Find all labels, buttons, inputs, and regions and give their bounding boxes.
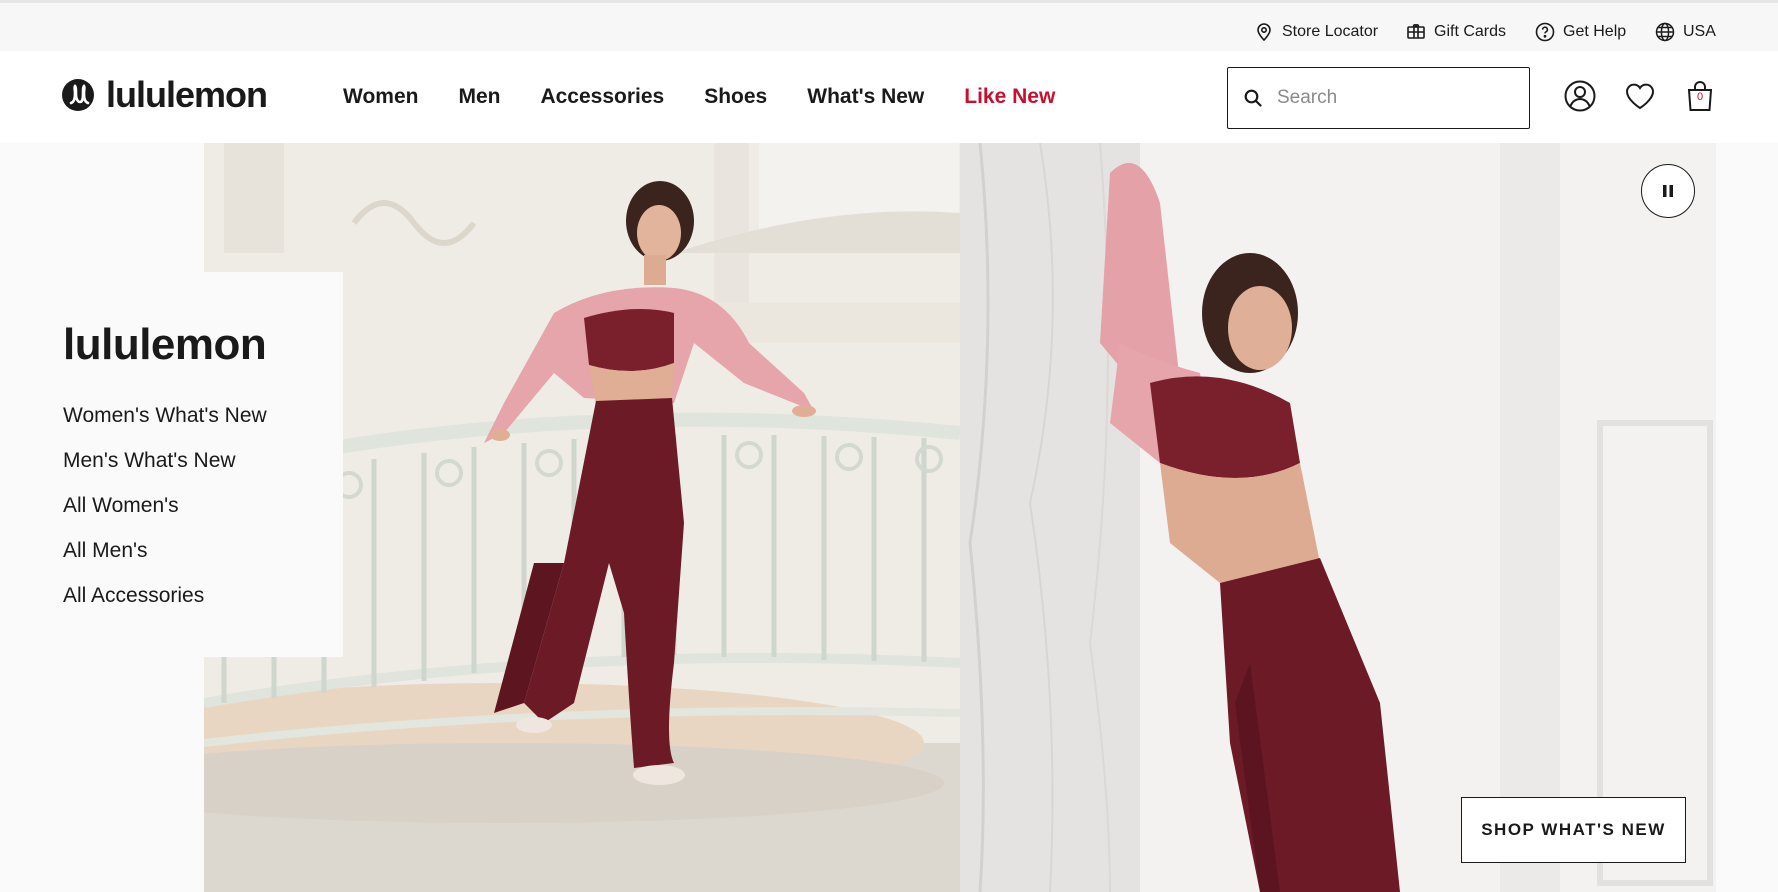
store-locator-label: Store Locator xyxy=(1282,23,1379,40)
pause-button[interactable] xyxy=(1641,164,1695,218)
account-button[interactable] xyxy=(1563,79,1597,113)
search-box[interactable] xyxy=(1227,67,1530,129)
globe-icon xyxy=(1655,22,1675,42)
account-icon xyxy=(1564,80,1596,112)
country-label: USA xyxy=(1683,23,1716,40)
link-all-accessories[interactable]: All Accessories xyxy=(63,584,267,629)
panel-title: lululemon xyxy=(63,320,267,369)
link-mens-whats-new[interactable]: Men's What's New xyxy=(63,449,267,494)
nav-accessories[interactable]: Accessories xyxy=(540,85,664,109)
pause-icon xyxy=(1663,185,1673,197)
heart-icon xyxy=(1625,83,1655,110)
utility-bar: Store Locator Gift Cards Get Help USA xyxy=(0,3,1778,51)
shopping-bag-button[interactable]: 0 xyxy=(1683,79,1717,113)
help-circle-icon xyxy=(1535,22,1555,42)
nav-men[interactable]: Men xyxy=(458,85,500,109)
hero-image-right[interactable] xyxy=(960,143,1716,892)
link-all-mens[interactable]: All Men's xyxy=(63,539,267,584)
hero-illustration-right xyxy=(960,143,1716,892)
search-input[interactable] xyxy=(1277,87,1507,109)
gift-cards-label: Gift Cards xyxy=(1434,23,1507,40)
nav-like-new[interactable]: Like New xyxy=(964,85,1055,109)
get-help-label: Get Help xyxy=(1563,23,1627,40)
nav-women[interactable]: Women xyxy=(343,85,418,109)
store-locator-link[interactable]: Store Locator xyxy=(1254,22,1378,42)
gift-cards-link[interactable]: Gift Cards xyxy=(1406,22,1506,42)
brand-wordmark: lululemon xyxy=(106,74,268,115)
shop-whats-new-button[interactable]: SHOP WHAT'S NEW xyxy=(1461,797,1686,863)
hero-text-panel: lululemon Women's What's New Men's What'… xyxy=(0,272,343,657)
nav-shoes[interactable]: Shoes xyxy=(704,85,767,109)
search-icon xyxy=(1244,89,1262,107)
link-all-womens[interactable]: All Women's xyxy=(63,494,267,539)
bag-count-badge: 0 xyxy=(1696,91,1704,103)
get-help-link[interactable]: Get Help xyxy=(1535,22,1626,42)
location-pin-icon xyxy=(1257,23,1271,42)
main-header: lululemon Women Men Accessories Shoes Wh… xyxy=(0,51,1778,143)
lululemon-logo-icon xyxy=(62,79,94,111)
link-womens-whats-new[interactable]: Women's What's New xyxy=(63,404,267,449)
country-selector[interactable]: USA xyxy=(1655,22,1716,42)
wishlist-button[interactable] xyxy=(1623,79,1657,113)
primary-nav: Women Men Accessories Shoes What's New L… xyxy=(343,85,1095,109)
gift-card-icon xyxy=(1407,23,1425,39)
brand-logo[interactable]: lululemon xyxy=(62,74,268,116)
hero-section: lululemon Women's What's New Men's What'… xyxy=(0,143,1778,892)
panel-link-list: Women's What's New Men's What's New All … xyxy=(63,404,267,629)
nav-whats-new[interactable]: What's New xyxy=(807,85,924,109)
